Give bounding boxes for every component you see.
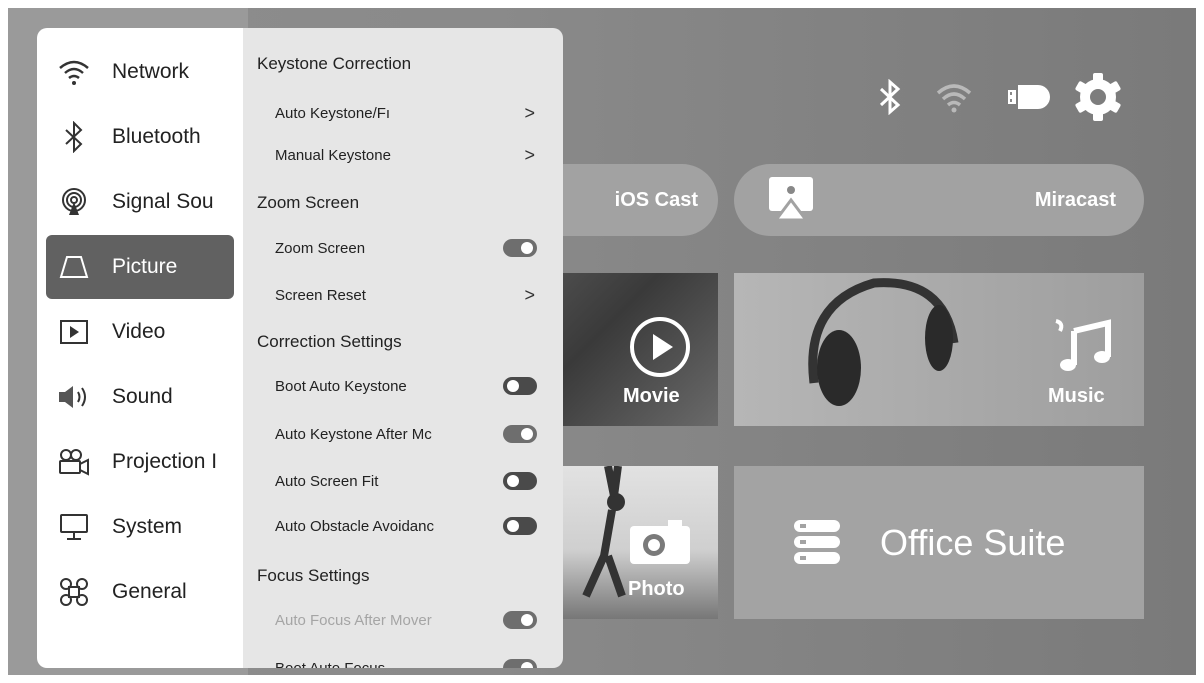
miracast-button[interactable]: Miracast <box>734 164 1144 236</box>
status-bar <box>878 64 1126 134</box>
row-label: Screen Reset <box>275 286 366 304</box>
sidebar-item-video[interactable]: Video <box>46 300 234 364</box>
picture-icon <box>54 254 94 280</box>
photo-label: Photo <box>628 578 685 600</box>
sidebar-item-label: Network <box>112 60 190 83</box>
play-icon <box>628 315 692 384</box>
bluetooth-icon <box>878 78 902 120</box>
row-label: Auto Focus After Mover <box>275 611 432 629</box>
ios-cast-label: iOS Cast <box>614 188 698 211</box>
row-label: Auto Obstacle Avoidanc <box>275 517 434 535</box>
auto-keystone-row[interactable]: Auto Keystone/Fı > <box>275 99 535 127</box>
row-label: Auto Keystone After Mc <box>275 425 432 443</box>
office-suite-label: Office Suite <box>880 522 1066 563</box>
sidebar-item-system[interactable]: System <box>46 495 234 559</box>
music-label: Music <box>1048 385 1105 407</box>
usb-drive-icon <box>1006 83 1050 116</box>
system-icon <box>54 513 94 541</box>
sidebar-item-label: General <box>112 580 187 603</box>
boot-auto-focus-row[interactable]: Boot Auto Focus <box>275 654 537 669</box>
signal-source-icon <box>54 187 94 217</box>
sidebar-item-general[interactable]: General <box>46 560 234 624</box>
wifi-icon <box>934 81 974 118</box>
row-label: Auto Screen Fit <box>275 472 379 490</box>
auto-obstacle-avoidance-toggle[interactable] <box>503 517 537 535</box>
section-focus-settings: Focus Settings <box>257 566 370 585</box>
miracast-icon <box>768 176 814 230</box>
sidebar-item-signal-source[interactable]: Signal Sou <box>46 170 234 234</box>
manual-keystone-row[interactable]: Manual Keystone > <box>275 141 535 169</box>
auto-keystone-after-move-row[interactable]: Auto Keystone After Mc <box>275 420 537 448</box>
sidebar-item-label: Picture <box>112 255 178 278</box>
sidebar-item-picture[interactable]: Picture <box>46 235 234 299</box>
zoom-screen-toggle[interactable] <box>503 239 537 257</box>
music-note-icon <box>1052 317 1112 378</box>
sidebar-item-label: Projection I <box>112 450 218 473</box>
office-suite-tile[interactable]: Office Suite <box>734 466 1144 619</box>
sidebar-item-sound[interactable]: Sound <box>46 365 234 429</box>
general-icon <box>54 577 94 607</box>
auto-obstacle-avoidance-row[interactable]: Auto Obstacle Avoidanc <box>275 512 537 540</box>
chevron-right-icon: > <box>524 102 535 123</box>
sidebar-item-label: Video <box>112 320 166 343</box>
auto-focus-after-move-row[interactable]: Auto Focus After Mover <box>275 606 537 634</box>
projection-icon <box>54 448 94 476</box>
section-zoom-screen: Zoom Screen <box>257 193 360 212</box>
wifi-icon <box>54 58 94 86</box>
section-correction-settings: Correction Settings <box>257 332 402 351</box>
camera-icon <box>628 518 692 571</box>
sidebar-item-network[interactable]: Network <box>46 40 234 104</box>
headphones-image <box>794 273 964 418</box>
screen-reset-row[interactable]: Screen Reset > <box>275 281 535 309</box>
boot-auto-focus-toggle[interactable] <box>503 659 537 668</box>
auto-screen-fit-toggle[interactable] <box>503 472 537 490</box>
sidebar-item-label: Signal Sou <box>112 190 214 213</box>
video-icon <box>54 319 94 345</box>
row-label: Boot Auto Keystone <box>275 377 407 395</box>
office-suite-icon <box>794 518 840 571</box>
auto-screen-fit-row[interactable]: Auto Screen Fit <box>275 467 537 495</box>
row-label: Zoom Screen <box>275 239 366 257</box>
auto-focus-after-move-toggle[interactable] <box>503 611 537 629</box>
boot-auto-keystone-toggle[interactable] <box>503 377 537 395</box>
sidebar-item-projection[interactable]: Projection I <box>46 430 234 494</box>
boot-auto-keystone-row[interactable]: Boot Auto Keystone <box>275 372 537 400</box>
sidebar-item-bluetooth[interactable]: Bluetooth <box>46 105 234 169</box>
chevron-right-icon: > <box>524 284 535 305</box>
movie-label: Movie <box>623 385 680 407</box>
chevron-right-icon: > <box>524 144 535 165</box>
section-keystone-correction: Keystone Correction <box>257 54 412 73</box>
sidebar-item-label: Bluetooth <box>112 125 201 148</box>
miracast-label: Miracast <box>1034 188 1116 211</box>
row-label: Manual Keystone <box>275 146 391 164</box>
sidebar-item-label: System <box>112 515 183 538</box>
music-tile[interactable]: Music <box>734 273 1144 426</box>
settings-gear-icon[interactable] <box>1070 69 1126 130</box>
zoom-screen-row[interactable]: Zoom Screen <box>275 234 537 262</box>
row-label: Boot Auto Focus <box>275 659 386 669</box>
row-label: Auto Keystone/Fı <box>275 104 391 122</box>
picture-settings-panel: Keystone Correction Auto Keystone/Fı > M… <box>243 28 563 668</box>
bluetooth-icon <box>54 121 94 153</box>
settings-sidebar: Network Bluetooth Signal Sou Picture Vid… <box>37 28 243 668</box>
auto-keystone-after-move-toggle[interactable] <box>503 425 537 443</box>
sound-icon <box>54 384 94 410</box>
sidebar-item-label: Sound <box>112 385 173 408</box>
